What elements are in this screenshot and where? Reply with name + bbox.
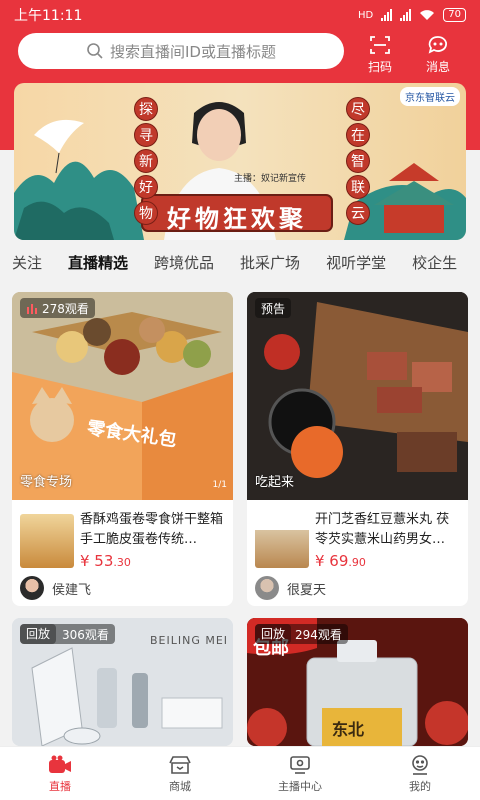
replay-badge: 回放 294观看: [255, 624, 348, 644]
replay-badge: 回放 306观看: [20, 624, 115, 644]
product-price: ¥ 53.30: [80, 552, 225, 570]
seal-char-6: 尽: [346, 97, 370, 121]
product-image: [255, 514, 309, 568]
price-decimal: .30: [113, 556, 131, 569]
live-card[interactable]: 零食大礼包 278观看 零食专场 1/1 香酥鸡蛋卷零食饼干整箱手工脆皮蛋卷传统…: [12, 292, 233, 606]
seal-char-2: 寻: [134, 123, 158, 147]
signal-icon: [381, 9, 393, 21]
seal-char-3: 新: [134, 149, 158, 173]
live-thumbnail: 包邮 东北 回放 294观看: [247, 618, 468, 746]
view-count-badge: 278观看: [20, 298, 95, 318]
profile-icon: [412, 755, 428, 775]
banner-headline: 好物狂欢聚: [167, 205, 307, 233]
battery-icon: 70: [443, 8, 466, 22]
nav-label: 主播中心: [278, 780, 322, 793]
view-count: 278观看: [42, 301, 89, 316]
author-row[interactable]: 很夏天: [247, 572, 468, 604]
tab-cross-border[interactable]: 跨境优品: [154, 252, 214, 282]
live-camera-icon: [49, 755, 71, 773]
product-row[interactable]: 香酥鸡蛋卷零食饼干整箱手工脆皮蛋卷传统… ¥ 53.30: [12, 500, 233, 572]
tab-school-enterprise[interactable]: 校企生: [412, 252, 457, 282]
avatar: [255, 576, 279, 600]
brand-text: BEILING MEI: [150, 634, 229, 647]
live-card[interactable]: BEILING MEI 回放 306观看: [12, 618, 233, 746]
seal-char-9: 联: [346, 175, 370, 199]
search-placeholder: 搜索直播间ID或直播标题: [110, 42, 276, 61]
nav-label: 我的: [409, 780, 431, 793]
hd-label: HD: [358, 9, 374, 21]
product-row[interactable]: 开门芝香红豆薏米丸 茯苓芡实薏米山药男女… ¥ 69.90: [247, 500, 468, 572]
promo-banner[interactable]: 探 寻 新 好 物 尽 在 智 联 云 好物狂欢聚 主播：奴记新宣传 京东智联云: [14, 83, 466, 240]
seal-char-8: 智: [346, 149, 370, 173]
author-row[interactable]: 侯建飞: [12, 572, 233, 604]
author-name: 很夏天: [287, 582, 327, 598]
product-title: 开门芝香红豆薏米丸 茯苓芡实薏米山药男女…: [315, 512, 450, 547]
replay-label: 回放: [20, 624, 57, 644]
banner-brand-logo: 京东智联云: [400, 87, 460, 106]
shop-icon: [169, 756, 191, 774]
preview-badge: 预告: [255, 298, 292, 318]
live-card[interactable]: 预告 吃起来 开门芝香红豆薏米丸 茯苓芡实薏米山药男女… ¥ 69.90 很夏天: [247, 292, 468, 606]
nav-anchor-center[interactable]: 主播中心: [240, 747, 360, 800]
avatar: [20, 576, 44, 600]
nav-label: 商城: [169, 780, 191, 793]
scan-icon: [370, 36, 390, 54]
seal-char-4: 好: [134, 175, 158, 199]
price-int: ¥ 69: [315, 552, 349, 570]
live-thumbnail: 预告 吃起来: [247, 292, 468, 500]
tab-av-school[interactable]: 视听学堂: [326, 252, 386, 282]
live-card[interactable]: 包邮 东北 回放 294观看: [247, 618, 468, 746]
nav-live[interactable]: 直播: [0, 747, 120, 800]
banner-right-seals: 尽 在 智 联 云: [346, 97, 370, 225]
nav-profile[interactable]: 我的: [360, 747, 480, 800]
banner-host-caption: 主播：奴记新宣传: [234, 174, 307, 184]
live-thumbnail: BEILING MEI 回放 306观看: [12, 618, 233, 746]
signal-icon-2: [400, 9, 412, 21]
seal-char-7: 在: [346, 123, 370, 147]
status-bar: 上午11:11 HD 70: [0, 0, 480, 30]
view-count: 306观看: [62, 627, 109, 642]
tab-follow[interactable]: 关注: [12, 252, 42, 282]
view-count: 294观看: [295, 627, 342, 642]
product-title: 香酥鸡蛋卷零食饼干整箱手工脆皮蛋卷传统…: [80, 512, 224, 547]
stream-caption: 吃起来: [255, 475, 295, 490]
message-label: 消息: [425, 60, 450, 74]
scan-button[interactable]: 扫码: [358, 34, 402, 75]
seal-char-10: 云: [346, 201, 370, 225]
live-thumbnail: 零食大礼包 278观看 零食专场 1/1: [12, 292, 233, 500]
message-button[interactable]: 消息: [416, 34, 460, 75]
live-bars-icon: [27, 304, 37, 314]
tab-live-picks[interactable]: 直播精选: [68, 252, 128, 282]
product-image: [20, 514, 74, 568]
product-price: ¥ 69.90: [315, 552, 460, 570]
bottom-nav: 直播 商城 主播中心 我的: [0, 746, 480, 800]
price-decimal: .90: [348, 556, 366, 569]
search-input[interactable]: 搜索直播间ID或直播标题: [18, 33, 344, 69]
message-icon: [428, 36, 447, 54]
image-pager: 1/1: [212, 480, 227, 490]
seal-char-1: 探: [134, 97, 158, 121]
nav-label: 直播: [49, 780, 71, 793]
wifi-icon: [420, 10, 435, 20]
search-icon: [87, 43, 103, 59]
replay-label: 回放: [255, 624, 292, 644]
jar-label: 东北: [332, 720, 365, 739]
anchor-center-icon: [290, 756, 310, 774]
stream-caption: 零食专场: [20, 475, 73, 490]
status-time: 上午11:11: [14, 8, 83, 24]
author-name: 侯建飞: [52, 582, 92, 598]
category-tabs: 关注 直播精选 跨境优品 批采广场 视听学堂 校企生: [0, 252, 480, 282]
scan-label: 扫码: [367, 60, 392, 74]
nav-shop[interactable]: 商城: [120, 747, 240, 800]
tab-wholesale[interactable]: 批采广场: [240, 252, 300, 282]
price-int: ¥ 53: [80, 552, 114, 570]
